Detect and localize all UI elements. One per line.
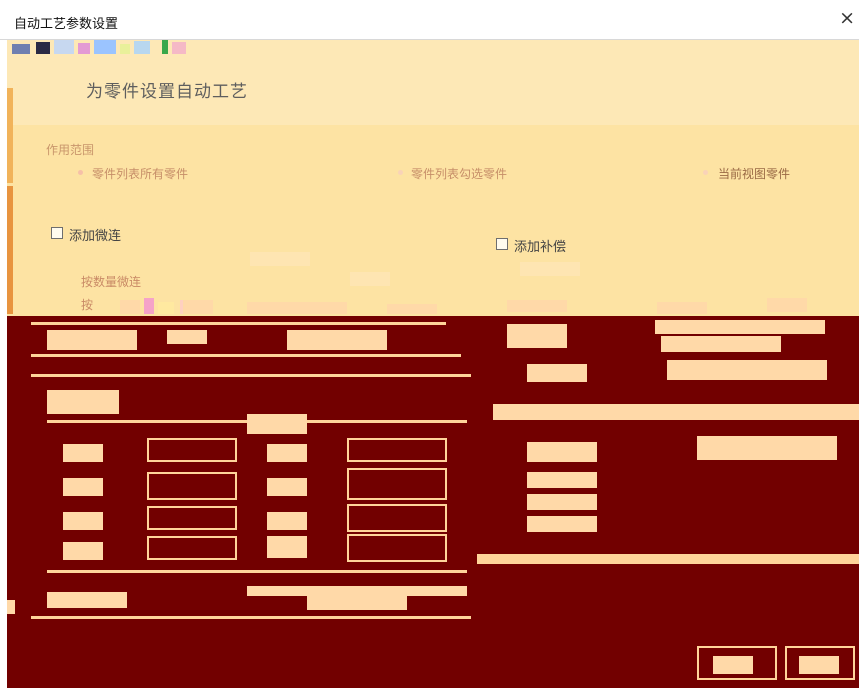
radio-icon[interactable]	[398, 170, 403, 175]
checkbox-add-compensation[interactable]	[496, 238, 508, 250]
by-count-fragment: 按	[81, 298, 94, 312]
header-text: 为零件设置自动工艺	[86, 82, 248, 102]
by-count-microjoint-label: 按数量微连	[81, 275, 142, 289]
panel-accent-bar	[7, 186, 13, 314]
close-icon[interactable]: ×	[839, 8, 855, 28]
dialog-title: 自动工艺参数设置	[14, 17, 119, 32]
rendering-artifact-area	[7, 298, 859, 688]
faint-input	[350, 272, 390, 286]
add-microjoint-label: 添加微连	[69, 229, 122, 244]
scope-option-checked[interactable]: 零件列表勾选零件	[411, 165, 507, 182]
toolbar-remnant	[12, 40, 187, 54]
checkbox-add-microjoint[interactable]	[51, 227, 63, 239]
scope-label: 作用范围	[46, 143, 95, 157]
scope-option-view[interactable]: 当前视图零件	[718, 165, 790, 182]
add-compensation-label: 添加补偿	[514, 240, 567, 255]
dialog-titlebar: 自动工艺参数设置 ×	[0, 0, 859, 40]
scope-option-all[interactable]: 零件列表所有零件	[92, 165, 188, 182]
faint-input	[520, 262, 580, 276]
panel-accent-bar	[7, 88, 13, 183]
radio-icon[interactable]	[78, 170, 83, 175]
radio-icon[interactable]	[703, 170, 708, 175]
faint-input	[250, 252, 310, 266]
